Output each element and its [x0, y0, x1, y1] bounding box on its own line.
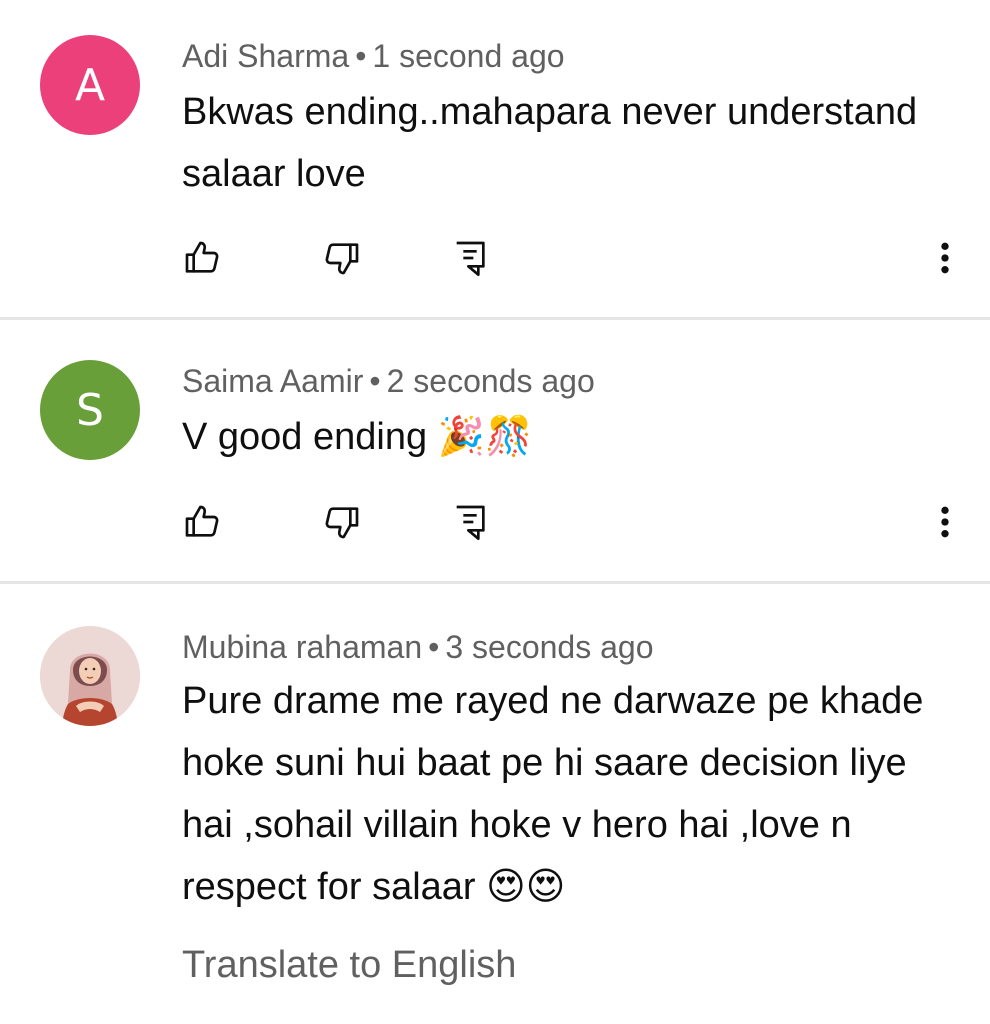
reply-comment-icon[interactable] [450, 238, 490, 278]
comment-item: A Adi Sharma • 1 second ago Bkwas ending..… [0, 0, 990, 318]
thumbs-up-icon[interactable] [182, 502, 222, 542]
timestamp: 1 second ago [372, 38, 565, 74]
comment-meta: Adi Sharma • 1 second ago [182, 38, 565, 75]
reply-comment-icon[interactable] [450, 502, 490, 542]
thumbs-down-icon[interactable] [322, 502, 362, 542]
comment-text: Bkwas ending..mahapara never understand … [182, 91, 918, 195]
author-name[interactable]: Mubina rahaman [182, 629, 422, 665]
thumbs-up-icon[interactable] [182, 238, 222, 278]
comment-item: S Saima Aamir • 2 seconds ago V good endin… [0, 320, 990, 582]
author-name[interactable]: Adi Sharma [182, 38, 349, 74]
comment-meta: Saima Aamir • 2 seconds ago [182, 363, 595, 400]
comment-actions [0, 238, 990, 288]
comment-item: Mubina rahaman • 3 seconds ago Pure drame … [0, 584, 990, 1024]
separator-dot: • [428, 629, 440, 665]
avatar[interactable] [40, 626, 140, 726]
more-vertical-icon[interactable] [930, 238, 960, 278]
comment-text: V good ending 🎉🎊 [182, 416, 533, 458]
comment-actions [0, 502, 990, 552]
separator-dot: • [355, 38, 367, 74]
avatar[interactable]: A [40, 35, 140, 135]
comment-text: Pure drame me rayed ne darwaze pe khade … [182, 680, 924, 908]
translate-link[interactable]: Translate to English [182, 944, 516, 987]
author-name[interactable]: Saima Aamir [182, 363, 363, 399]
comment-meta: Mubina rahaman • 3 seconds ago [182, 629, 654, 666]
timestamp: 3 seconds ago [445, 629, 654, 665]
timestamp: 2 seconds ago [386, 363, 595, 399]
avatar-portrait-icon [40, 626, 140, 726]
more-vertical-icon[interactable] [930, 502, 960, 542]
thumbs-down-icon[interactable] [322, 238, 362, 278]
separator-dot: • [369, 363, 381, 399]
avatar[interactable]: S [40, 360, 140, 460]
